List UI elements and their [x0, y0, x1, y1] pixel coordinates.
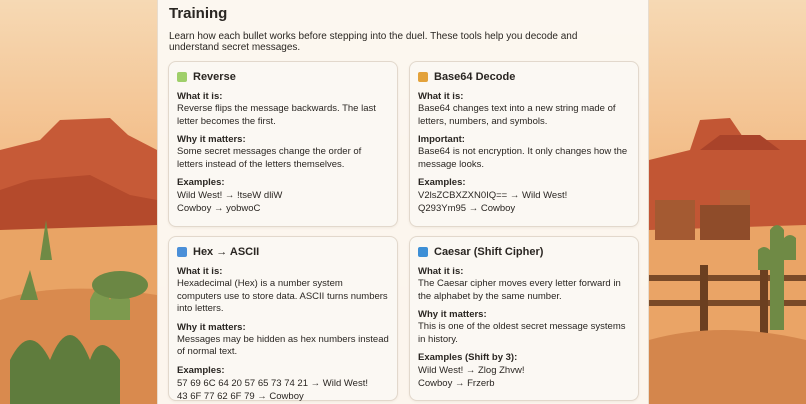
card-title: Base64 Decode — [434, 71, 516, 83]
hex-icon — [177, 247, 187, 257]
card-reverse: Reverse What it is: Reverse flips the me… — [168, 61, 398, 227]
training-panel: Training Learn how each bullet works bef… — [157, 0, 649, 404]
example-item: Cowboy → yobwoC — [177, 203, 261, 214]
what-label: What it is: — [418, 266, 464, 277]
lock-icon — [418, 72, 428, 82]
why-text: Some secret messages change the order of… — [177, 146, 362, 170]
why-label: Why it matters: — [418, 309, 487, 320]
example-item: Q293Ym95 → Cowboy — [418, 203, 516, 214]
card-caesar: Caesar (Shift Cipher) What it is: The Ca… — [409, 236, 639, 401]
example-item: Wild West! → !tseW dliW — [177, 190, 283, 201]
example-item: 57 69 6C 64 20 57 65 73 74 21 → Wild Wes… — [177, 377, 368, 389]
examples-label: Examples: — [418, 177, 466, 188]
why-label: Why it matters: — [177, 321, 246, 333]
why-text: Messages may be hidden as hex numbers in… — [177, 333, 389, 358]
examples-label: Examples (Shift by 3): — [418, 352, 518, 363]
card-title: Caesar (Shift Cipher) — [434, 246, 544, 258]
what-label: What it is: — [177, 266, 223, 277]
card-base64: Base64 Decode What it is: Base64 changes… — [409, 61, 639, 227]
page-intro: Learn how each bullet works before stepp… — [169, 31, 578, 53]
important-label: Important: — [418, 134, 465, 145]
card-hex: Hex → ASCII What it is: Hexadecimal (Hex… — [168, 236, 398, 402]
why-label: Why it matters: — [177, 134, 246, 145]
reverse-icon — [177, 72, 187, 82]
example-item: Wild West! → Zlog Zhvw! — [418, 365, 525, 376]
what-text: Reverse flips the message backwards. The… — [177, 103, 376, 127]
examples-label: Examples: — [177, 364, 225, 376]
what-text: Base64 changes text into a new string ma… — [418, 103, 616, 127]
what-text: The Caesar cipher moves every letter for… — [418, 278, 621, 302]
example-item: V2lsZCBXZXN0IQ== → Wild West! — [418, 190, 568, 201]
example-item: 43 6F 77 62 6F 79 → Cowboy — [177, 390, 304, 402]
card-title: Hex → ASCII — [193, 246, 260, 258]
example-item: Cowboy → Frzerb — [418, 378, 495, 389]
examples-label: Examples: — [177, 177, 225, 188]
why-text: This is one of the oldest secret message… — [418, 321, 626, 345]
what-label: What it is: — [177, 91, 223, 102]
card-title: Reverse — [193, 71, 236, 83]
cycle-icon — [418, 247, 428, 257]
what-text: Hexadecimal (Hex) is a number system com… — [177, 278, 388, 314]
important-text: Base64 is not encryption. It only change… — [418, 146, 628, 170]
what-label: What it is: — [418, 91, 464, 102]
page-title: Training — [169, 5, 228, 22]
